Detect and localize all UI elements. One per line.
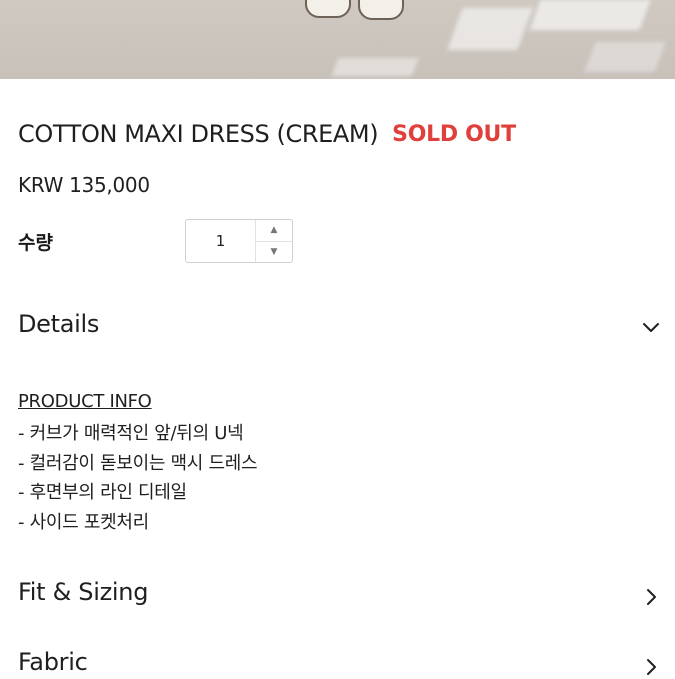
- light-reflection: [529, 0, 651, 30]
- shoe: [305, 0, 351, 18]
- chevron-down-icon[interactable]: [639, 315, 663, 339]
- product-title-row: COTTON MAXI DRESS (CREAM) SOLD OUT: [18, 116, 516, 152]
- caret-down-icon[interactable]: ▼: [256, 240, 292, 263]
- product-info-list: - 커브가 매력적인 앞/뒤의 U넥 - 컬러감이 돋보이는 맥시 드레스 - …: [18, 419, 258, 537]
- chevron-right-icon[interactable]: [639, 585, 663, 609]
- list-item: - 커브가 매력적인 앞/뒤의 U넥: [18, 423, 244, 444]
- caret-up-icon[interactable]: ▲: [256, 220, 292, 241]
- stepper-arrows: ▲ ▼: [255, 220, 292, 262]
- fit-sizing-accordion-title[interactable]: Fit & Sizing: [18, 578, 148, 606]
- product-info-heading: PRODUCT INFO: [18, 391, 152, 412]
- details-accordion-title[interactable]: Details: [18, 310, 99, 338]
- quantity-stepper[interactable]: 1 ▲ ▼: [185, 219, 293, 263]
- sold-out-badge: SOLD OUT: [392, 121, 516, 147]
- shoe: [358, 0, 404, 20]
- light-reflection: [447, 8, 533, 50]
- light-reflection: [584, 42, 666, 72]
- quantity-label: 수량: [18, 232, 53, 254]
- chevron-right-icon[interactable]: [639, 655, 663, 679]
- fabric-accordion-title[interactable]: Fabric: [18, 648, 88, 676]
- list-item: - 사이드 포켓처리: [18, 511, 149, 533]
- quantity-value[interactable]: 1: [186, 220, 255, 262]
- product-price: KRW 135,000: [18, 173, 150, 197]
- product-title: COTTON MAXI DRESS (CREAM): [18, 120, 379, 148]
- list-item: - 후면부의 라인 디테일: [18, 482, 187, 503]
- product-image: [0, 0, 675, 79]
- light-reflection: [331, 58, 419, 76]
- list-item: - 컬러감이 돋보이는 맥시 드레스: [18, 452, 258, 474]
